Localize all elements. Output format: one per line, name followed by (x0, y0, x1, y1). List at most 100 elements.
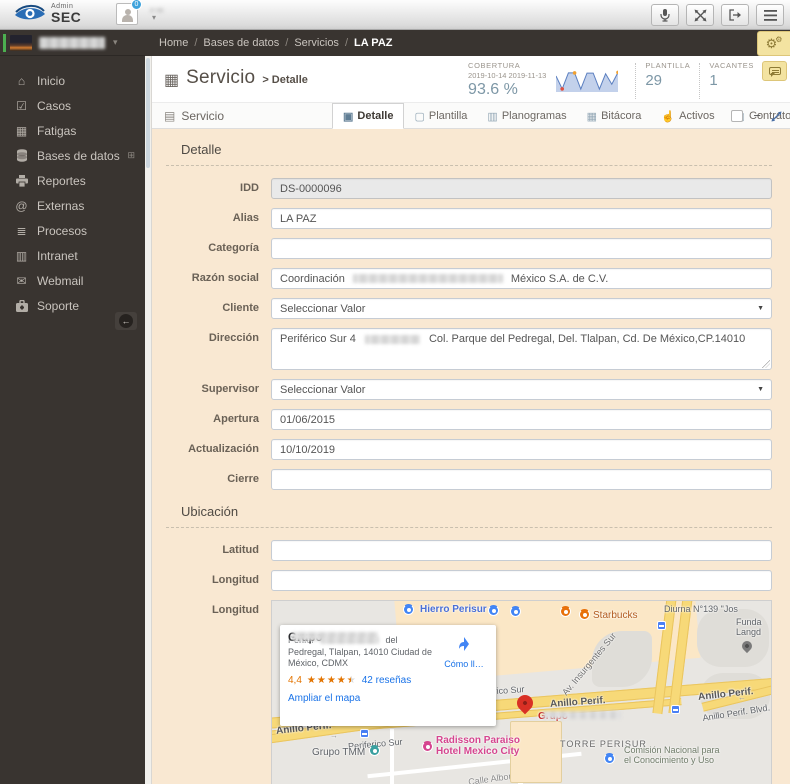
apertura-field[interactable] (271, 409, 772, 430)
poi-marker-icon[interactable] (604, 753, 615, 764)
cliente-select[interactable]: Seleccionar Valor ▼ (271, 298, 772, 319)
actualizacion-field[interactable] (271, 439, 772, 460)
app-window: Admin SEC 0 ▾ Home / Bases de datos / Se… (0, 0, 790, 784)
menu-button[interactable] (756, 4, 784, 26)
sidebar-collapse-button[interactable]: ← (115, 312, 137, 330)
page-title: ▦ Servicio > Detalle (164, 67, 308, 89)
section-divider (166, 527, 772, 528)
breadcrumb-home[interactable]: Home (159, 37, 188, 49)
poi-label-radisson-1[interactable]: Radisson Paraiso (436, 735, 520, 746)
directions-button[interactable]: Cómo ll… (440, 632, 488, 670)
resize-grip-icon[interactable] (762, 360, 770, 368)
sidebar-item-webmail[interactable]: ✉ Webmail (0, 268, 145, 293)
alias-field[interactable] (271, 208, 772, 229)
fullscreen-button[interactable] (686, 4, 714, 26)
sidebar-item-inicio[interactable]: ⌂ Inicio (0, 68, 145, 93)
table-icon: ▦ (164, 72, 180, 89)
field-label-razon-social: Razón social (191, 272, 259, 284)
sidebar-user-row[interactable]: ▾ (0, 30, 145, 56)
tab-activos[interactable]: ☝ Activos (651, 103, 724, 129)
user-avatar-button[interactable]: 0 (116, 0, 142, 25)
reviews-link[interactable]: 42 reseñas (362, 675, 411, 686)
calendar-icon: ▦ (586, 110, 598, 123)
tab-detalle[interactable]: ▣ Detalle (332, 103, 405, 129)
map-card-addr-redacted (321, 637, 380, 645)
expand-map-link[interactable]: Ampliar el mapa (288, 693, 488, 704)
form-row-supervisor: Supervisor Seleccionar Valor ▼ (166, 379, 772, 400)
minimize-icon[interactable]: − (753, 109, 761, 122)
restaurant-marker-icon[interactable] (560, 606, 571, 617)
expand-icon[interactable] (771, 111, 782, 122)
cobertura-dates: 2019-10-14 2019-11-13 (468, 71, 547, 80)
google-map[interactable]: ← ← ← → Hierro Perisur Starbucks Diurna … (271, 600, 772, 784)
panel-scrollbar[interactable] (145, 56, 152, 784)
database-icon (13, 149, 30, 162)
expand-icon[interactable]: ⊞ (127, 150, 135, 161)
razon-social-field[interactable]: Coordinación México S.A. de C.V. (271, 268, 772, 289)
transit-station-icon[interactable] (657, 621, 666, 630)
microphone-button[interactable] (651, 4, 679, 26)
direccion-textarea[interactable]: Periférico Sur 4 Col. Parque del Pedrega… (271, 328, 772, 370)
chat-button[interactable] (762, 61, 787, 81)
cliente-selected-value: Seleccionar Valor (280, 302, 366, 315)
transit-marker-icon[interactable] (510, 606, 521, 617)
longitud-field[interactable] (271, 570, 772, 591)
cafe-marker-icon[interactable] (579, 609, 590, 620)
breadcrumb-bases-de-datos[interactable]: Bases de datos (203, 37, 279, 49)
transit-station-icon[interactable] (360, 729, 369, 738)
sidebar-item-intranet[interactable]: ▥ Intranet (0, 243, 145, 268)
form-row-alias: Alias (166, 208, 772, 229)
stat-vacantes: VACANTES 1 (709, 61, 754, 89)
supervisor-select[interactable]: Seleccionar Valor ▼ (271, 379, 772, 400)
transit-marker-icon[interactable] (403, 604, 414, 615)
breadcrumb-separator: / (344, 37, 348, 49)
tab-label: Activos (679, 110, 715, 122)
panel-checkbox[interactable] (731, 110, 744, 122)
tab-label: Detalle (357, 110, 394, 122)
addr-text: del (385, 635, 398, 645)
transit-station-icon[interactable] (671, 705, 680, 714)
app-logo[interactable]: Admin SEC (14, 3, 81, 24)
sidebar-item-label: Inicio (37, 73, 66, 88)
hotel-marker-icon[interactable] (422, 741, 433, 752)
stat-divider (699, 63, 701, 99)
sidebar-item-label: Externas (37, 198, 85, 213)
sidebar-item-externas[interactable]: @ Externas (0, 193, 145, 218)
poi-label-radisson-2[interactable]: Hotel Mexico City (436, 746, 519, 757)
tab-bitacora[interactable]: ▦ Bitácora (577, 103, 652, 129)
tab-planogramas[interactable]: ▥ Planogramas (477, 103, 576, 129)
columns-icon: ▥ (487, 110, 498, 123)
poi-label-starbucks[interactable]: Starbucks (593, 610, 637, 621)
form-row-apertura: Apertura (166, 409, 772, 430)
direccion-prefix: Periférico Sur 4 (280, 333, 356, 345)
tab-label: Planogramas (501, 110, 567, 122)
topbar-user-caret-icon[interactable]: ▾ (152, 13, 156, 22)
sidebar-item-reportes[interactable]: Reportes (0, 168, 145, 193)
poi-label-hierro-perisur[interactable]: Hierro Perisur (420, 604, 487, 615)
map-label-diurna: Diurna N°139 "Jos (664, 604, 738, 614)
sidebar-item-procesos[interactable]: ≣ Procesos (0, 218, 145, 243)
tab-plantilla[interactable]: ▢ Plantilla (404, 103, 477, 129)
breadcrumb-servicios[interactable]: Servicios (294, 37, 339, 49)
panel-header: ▦ Servicio > Detalle COBERTURA 2019-10-1… (152, 56, 790, 103)
notification-badge: 0 (131, 0, 142, 10)
latitud-field[interactable] (271, 540, 772, 561)
transit-marker-icon[interactable] (488, 605, 499, 616)
sidebar-item-bases-de-datos[interactable]: Bases de datos ⊞ (0, 143, 145, 168)
idd-field[interactable] (271, 178, 772, 199)
sidebar-item-label: Soporte (37, 298, 80, 313)
poi-marker-icon[interactable] (369, 745, 380, 756)
sign-out-button[interactable] (721, 4, 749, 26)
cierre-field[interactable] (271, 469, 772, 490)
scrollbar-thumb[interactable] (146, 58, 150, 168)
printer-icon (13, 174, 30, 187)
settings-gears-button[interactable]: ⚙ ⚙ (757, 31, 790, 56)
categoria-field[interactable] (271, 238, 772, 259)
sidebar-item-fatigas[interactable]: ▦ Fatigas (0, 118, 145, 143)
poi-label-grupo-tmm[interactable]: Grupo TMM (312, 747, 365, 758)
vacantes-value: 1 (709, 72, 718, 89)
sidebar-item-casos[interactable]: ☑ Casos (0, 93, 145, 118)
hand-icon: ☝ (661, 110, 676, 123)
sidebar-item-label: Procesos (37, 223, 88, 238)
document-icon: ▢ (414, 110, 425, 123)
